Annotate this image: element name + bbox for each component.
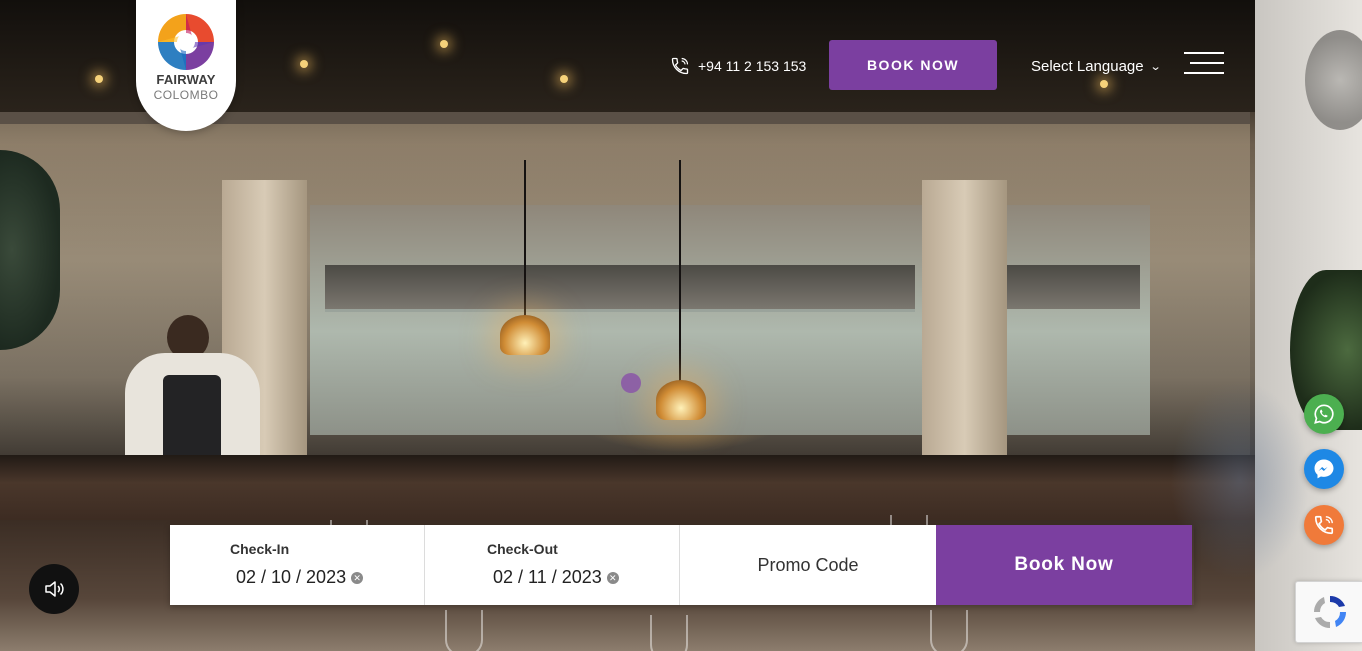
booking-submit-button[interactable]: Book Now xyxy=(936,525,1192,605)
clear-icon[interactable]: ✕ xyxy=(606,571,619,584)
ceiling-light xyxy=(300,60,308,68)
site-logo[interactable]: FAIRWAY COLOMBO xyxy=(136,0,236,131)
clear-icon[interactable]: ✕ xyxy=(351,571,364,584)
promo-code-field[interactable]: Promo Code xyxy=(680,525,936,605)
pillar xyxy=(922,180,1007,460)
checkout-date[interactable]: 02 / 11 / 2023 xyxy=(493,567,602,588)
pendant-lamp xyxy=(656,380,706,420)
menu-line xyxy=(1184,72,1224,74)
whatsapp-icon xyxy=(1314,404,1334,424)
checkin-field[interactable]: Check-In 02 / 10 / 2023 ✕ xyxy=(170,525,425,605)
brand-city: COLOMBO xyxy=(153,88,219,102)
phone-icon xyxy=(671,57,689,75)
wine-glass xyxy=(650,615,688,651)
speaker-icon xyxy=(45,581,64,597)
language-selector[interactable]: Select Language ⌄ xyxy=(1031,55,1162,77)
wine-glass xyxy=(930,610,968,651)
recaptcha-badge[interactable] xyxy=(1295,581,1362,643)
lamp-wire xyxy=(679,160,681,385)
plant xyxy=(0,150,60,350)
ceiling-light xyxy=(440,40,448,48)
logo-mark-icon xyxy=(158,14,214,70)
call-button[interactable] xyxy=(1304,505,1344,545)
checkout-label: Check-Out xyxy=(487,541,558,557)
ceiling-light xyxy=(560,75,568,83)
wine-glass xyxy=(445,610,483,651)
brand-name: FAIRWAY xyxy=(156,72,216,87)
kitchen-hood xyxy=(325,265,915,312)
chevron-down-icon: ⌄ xyxy=(1149,60,1162,73)
messenger-icon xyxy=(1314,459,1334,479)
menu-button[interactable] xyxy=(1184,52,1224,76)
whatsapp-button[interactable] xyxy=(1304,394,1344,434)
chef-figure xyxy=(125,315,260,465)
slider-indicator[interactable] xyxy=(621,373,641,393)
pendant-lamp xyxy=(500,315,550,355)
language-label: Select Language xyxy=(1031,57,1144,75)
messenger-button[interactable] xyxy=(1304,449,1344,489)
ceiling-light xyxy=(95,75,103,83)
phone-icon xyxy=(1314,515,1334,535)
kitchen-hood xyxy=(995,265,1140,309)
lamp-wire xyxy=(524,160,526,320)
sound-toggle-button[interactable] xyxy=(29,564,79,614)
ceiling-light xyxy=(1100,80,1108,88)
checkin-date[interactable]: 02 / 10 / 2023 xyxy=(236,567,346,588)
booking-form: Check-In 02 / 10 / 2023 ✕ Check-Out 02 /… xyxy=(170,525,1194,605)
checkout-field[interactable]: Check-Out 02 / 11 / 2023 ✕ xyxy=(425,525,680,605)
checkin-label: Check-In xyxy=(230,541,290,557)
bar-counter xyxy=(0,455,1362,525)
phone-number: +94 11 2 153 153 xyxy=(698,58,807,74)
book-now-button[interactable]: BOOK NOW xyxy=(829,40,997,90)
menu-line xyxy=(1184,52,1224,54)
menu-line xyxy=(1190,62,1224,64)
header-phone-link[interactable]: +94 11 2 153 153 xyxy=(670,55,806,77)
kitchen-wall xyxy=(310,205,1150,435)
recaptcha-icon xyxy=(1313,595,1346,629)
